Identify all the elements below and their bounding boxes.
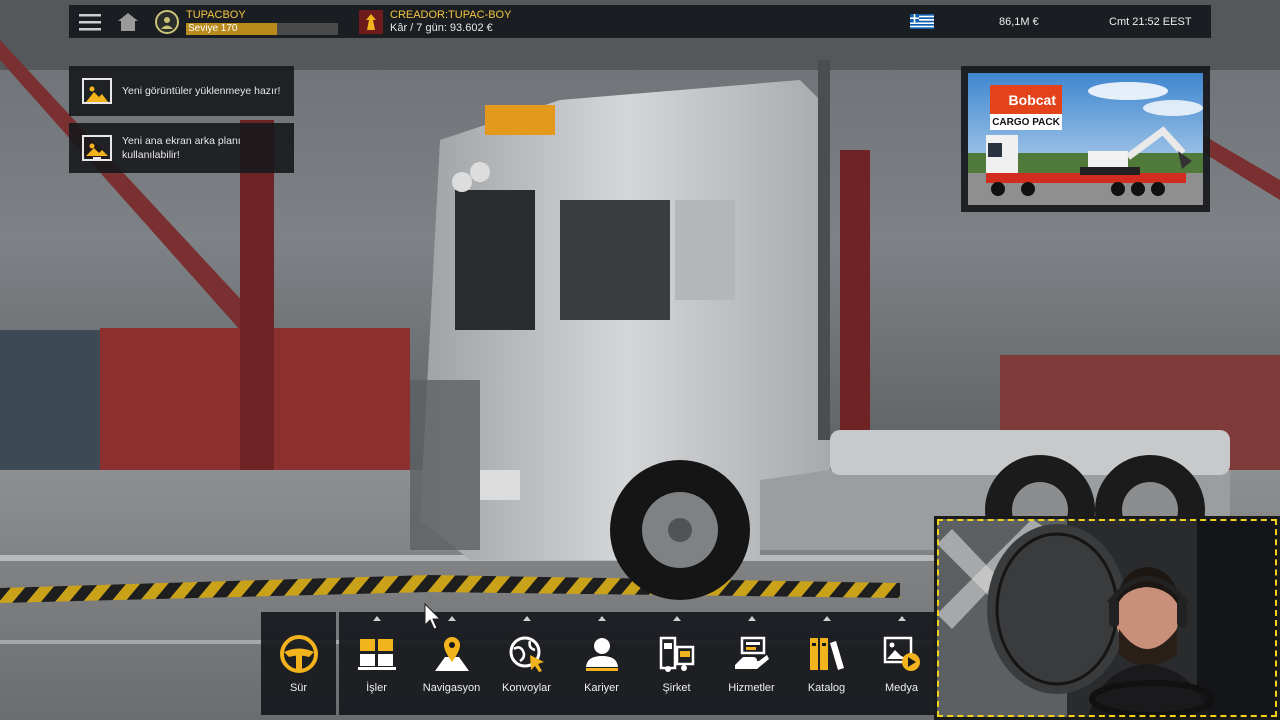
notification-screenshots[interactable]: Yeni görüntüler yüklenmeye hazır! [69, 66, 294, 116]
promo-image: Bobcat CARGO PACK [968, 73, 1203, 205]
nav-label: Hizmetler [728, 682, 775, 694]
avatar-icon[interactable] [155, 9, 179, 34]
convoy-icon [507, 634, 547, 674]
caret-up-icon [747, 616, 756, 621]
mouse-cursor-icon [424, 602, 442, 636]
nav-label: Kariyer [584, 682, 619, 694]
notification-background[interactable]: Yeni ana ekran arka planı kullanılabilir… [69, 123, 294, 173]
nav-item-convoys[interactable]: Konvoylar [489, 612, 564, 715]
player-name: TUPACBOY [186, 8, 246, 21]
company-name: CREADOR:TUPAC-BOY [390, 8, 512, 21]
navigation-icon [432, 634, 472, 674]
drive-label: Sür [289, 682, 308, 694]
nav-item-media[interactable]: Medya [864, 612, 939, 715]
level-label: Seviye 170 [188, 22, 238, 34]
promo-brand-title: Bobcat [990, 85, 1062, 115]
player-info[interactable]: TUPACBOY Seviye 170 [186, 9, 338, 35]
nav-label: Konvoylar [502, 682, 551, 694]
drive-button[interactable]: Sür [261, 612, 336, 715]
home-icon[interactable] [111, 5, 145, 38]
level-progress-bar: Seviye 170 [186, 22, 338, 35]
company-profit: Kâr / 7 gün: 93.602 € [390, 21, 493, 34]
caret-up-icon [897, 616, 906, 621]
dlc-promo-banner[interactable]: Bobcat CARGO PACK [961, 66, 1210, 212]
nav-label: Navigasyon [422, 682, 481, 694]
nav-label: Şirket [662, 682, 691, 694]
bottom-navigation: Sür İşler Navigasyon Konvoylar Kariyer Ş… [261, 612, 939, 715]
image-icon [82, 78, 112, 104]
notification-text: Yeni ana ekran arka planı kullanılabilir… [122, 135, 241, 161]
jobs-icon [357, 634, 397, 674]
top-status-bar: TUPACBOY Seviye 170 CREADOR:TUPAC-BOY Kâ… [69, 5, 1211, 38]
career-icon [582, 634, 622, 674]
caret-up-icon [822, 616, 831, 621]
game-clock: Cmt 21:52 EEST [1109, 16, 1192, 28]
company-logo-icon[interactable] [359, 9, 383, 34]
nav-item-services[interactable]: Hizmetler [714, 612, 789, 715]
notification-text: Yeni görüntüler yüklenmeye hazır! [122, 85, 281, 97]
services-icon [732, 634, 772, 674]
catalog-icon [807, 634, 847, 674]
nav-item-jobs[interactable]: İşler [339, 612, 414, 715]
nav-label: Medya [884, 682, 919, 694]
money-balance: 86,1M € [999, 16, 1039, 28]
steering-wheel-icon [279, 634, 319, 674]
caret-up-icon [522, 616, 531, 621]
greece-flag-icon [910, 14, 934, 29]
monitor-image-icon [82, 135, 112, 161]
nav-item-company[interactable]: Şirket [639, 612, 714, 715]
company-icon [657, 634, 697, 674]
caret-up-icon [672, 616, 681, 621]
nav-label: İşler [366, 682, 387, 694]
caret-up-icon [447, 616, 456, 621]
nav-item-career[interactable]: Kariyer [564, 612, 639, 715]
caret-up-icon [597, 616, 606, 621]
nav-label: Katalog [807, 682, 846, 694]
streamer-webcam-overlay [934, 516, 1280, 720]
hamburger-menu-icon[interactable] [69, 5, 111, 38]
media-icon [882, 634, 922, 674]
caret-up-icon [372, 616, 381, 621]
nav-item-catalog[interactable]: Katalog [789, 612, 864, 715]
webcam-feed [937, 519, 1277, 717]
promo-subtitle: CARGO PACK [990, 114, 1062, 130]
company-info[interactable]: CREADOR:TUPAC-BOY Kâr / 7 gün: 93.602 € [390, 9, 511, 35]
